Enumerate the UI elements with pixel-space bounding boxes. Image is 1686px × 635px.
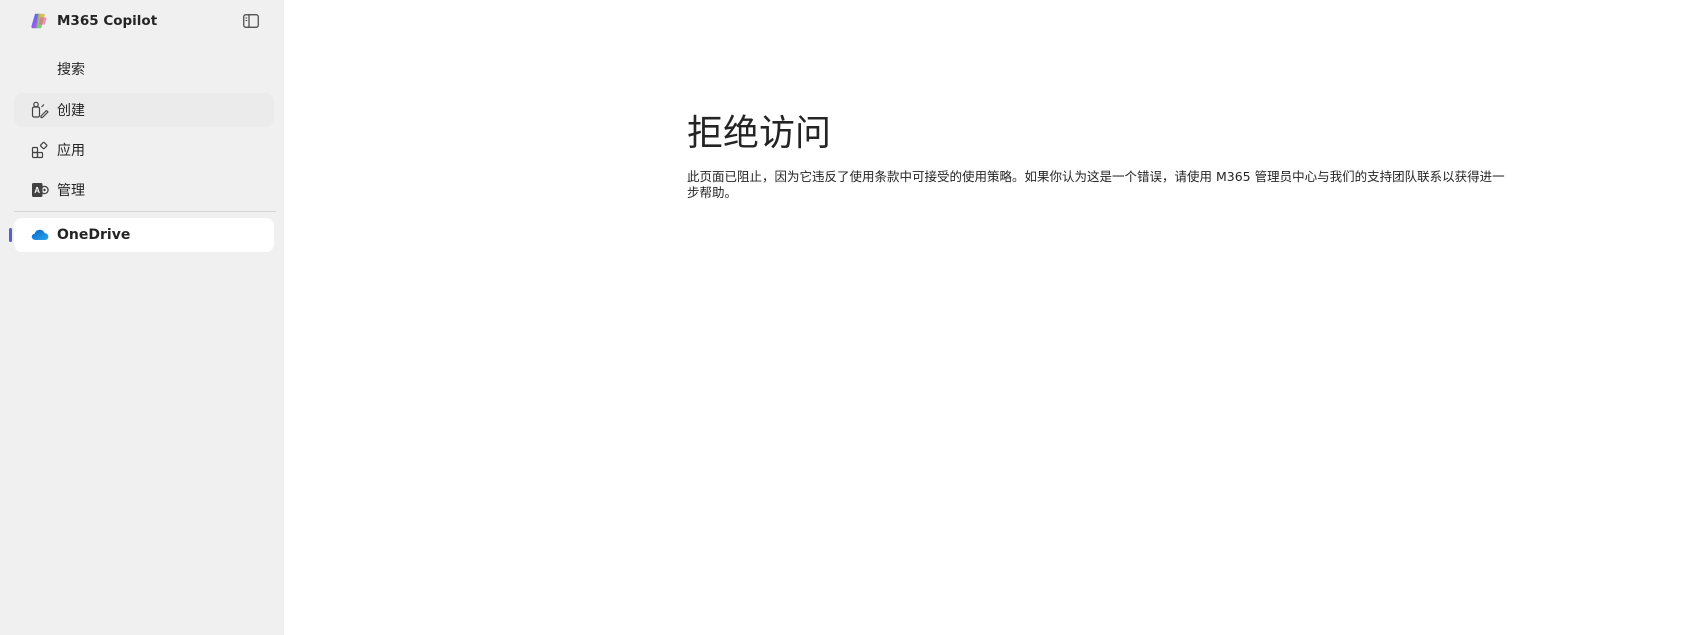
svg-text:A: A <box>34 186 40 195</box>
sidebar-item-label: 搜索 <box>57 62 85 78</box>
main-content: 拒绝访问 此页面已阻止，因为它违反了使用条款中可接受的使用策略。如果你认为这是一… <box>284 0 1686 635</box>
admin-icon: A <box>30 180 50 200</box>
selected-indicator <box>9 228 12 242</box>
onedrive-icon <box>30 225 50 245</box>
search-icon <box>30 59 50 79</box>
sidebar-collapse-icon <box>243 14 259 28</box>
sidebar: M365 Copilot 搜索 创建 应用 A 管理 OneDrive <box>0 0 284 635</box>
sidebar-item-label: 管理 <box>57 183 85 199</box>
sidebar-divider <box>14 211 276 212</box>
access-denied-message: 此页面已阻止，因为它违反了使用条款中可接受的使用策略。如果你认为这是一个错误，请… <box>687 169 1505 200</box>
sidebar-header: M365 Copilot <box>30 10 262 32</box>
app-title: M365 Copilot <box>57 13 158 29</box>
sidebar-item-apps[interactable]: 应用 <box>14 133 274 167</box>
sidebar-item-search[interactable]: 搜索 <box>14 52 274 86</box>
sidebar-item-label: 创建 <box>57 103 85 119</box>
page-title: 拒绝访问 <box>687 113 832 154</box>
sidebar-item-label: OneDrive <box>57 227 131 243</box>
sidebar-item-admin[interactable]: A 管理 <box>14 173 274 207</box>
sidebar-item-label: 应用 <box>57 143 85 159</box>
app-window: M365 Copilot 搜索 创建 应用 A 管理 OneDrive 拒绝访问… <box>0 0 1686 635</box>
m365-copilot-logo-icon <box>31 13 47 29</box>
apps-icon <box>30 140 50 160</box>
sidebar-item-onedrive[interactable]: OneDrive <box>14 218 274 252</box>
sidebar-item-create[interactable]: 创建 <box>14 93 274 127</box>
create-icon <box>30 100 50 120</box>
sidebar-collapse-button[interactable] <box>240 10 262 32</box>
